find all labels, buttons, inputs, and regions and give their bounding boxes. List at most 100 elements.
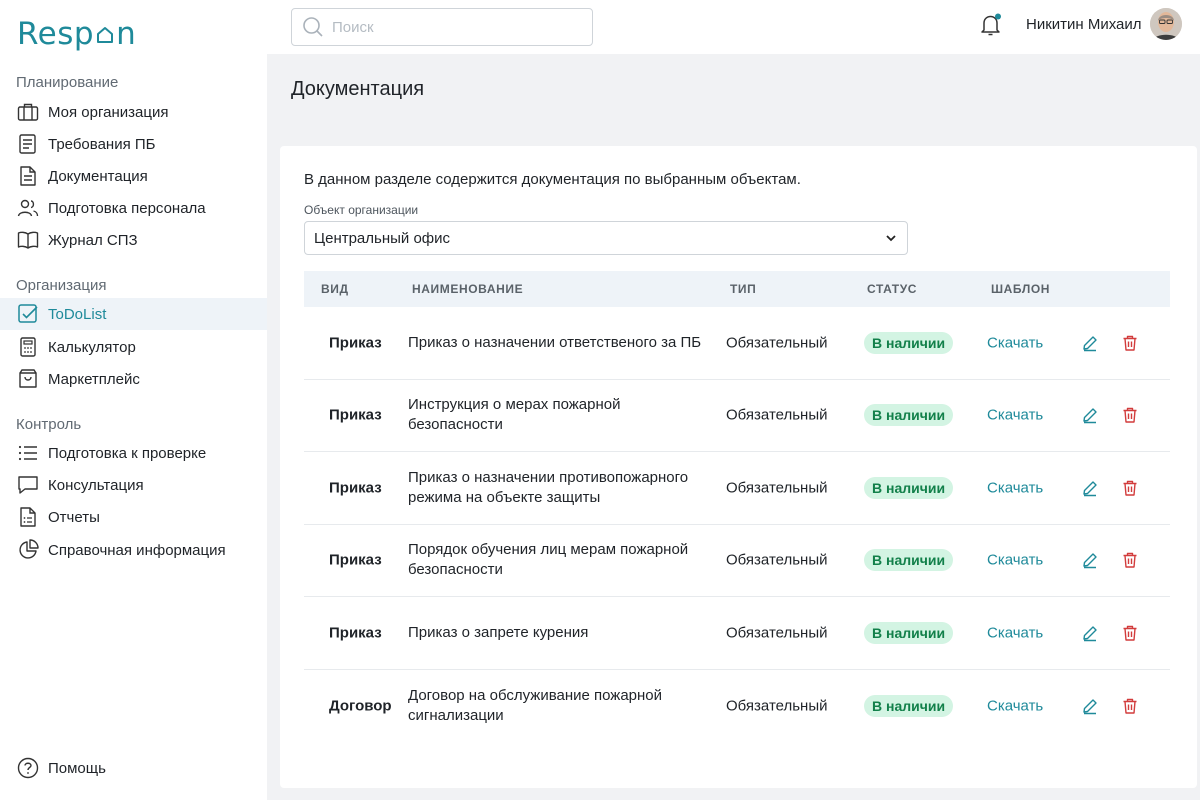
chevron-down-icon xyxy=(886,235,896,242)
header-status: СТАТУС xyxy=(867,282,918,296)
delete-icon[interactable] xyxy=(1121,551,1139,569)
logo-text: Resp n xyxy=(17,16,137,52)
header-kind: ВИД xyxy=(321,282,349,296)
header-template: ШАБЛОН xyxy=(991,282,1051,296)
sidebar-item-label: Требования ПБ xyxy=(48,135,156,153)
sidebar-item-label: Консультация xyxy=(48,476,144,494)
user-name[interactable]: Никитин Михаил xyxy=(1026,16,1142,33)
delete-icon[interactable] xyxy=(1121,334,1139,352)
sidebar-item-todolist[interactable]: ToDoList xyxy=(0,298,267,330)
cell-name: Приказ о назначении противопожарного реж… xyxy=(408,468,689,506)
search-box[interactable] xyxy=(291,8,593,46)
cell-name: Договор на обслуживание пожарной сигнали… xyxy=(408,686,663,724)
main-content: Документация В данном разделе содержится… xyxy=(267,54,1200,800)
table-row: Приказ Инструкция о мерах пожарной безоп… xyxy=(304,380,1170,452)
book-icon xyxy=(17,229,39,251)
object-select-value: Центральный офис xyxy=(314,229,451,247)
logo-house-icon xyxy=(97,27,114,43)
checklist-icon xyxy=(17,133,39,155)
download-link[interactable]: Скачать xyxy=(987,479,1043,496)
cell-type: Обязательный xyxy=(726,479,828,497)
cell-kind: Приказ xyxy=(329,624,382,642)
status-badge: В наличии xyxy=(864,331,954,354)
status-badge: В наличии xyxy=(864,476,954,499)
users-icon xyxy=(17,197,39,219)
delete-icon[interactable] xyxy=(1121,406,1139,424)
sidebar-item-label: Маркетплейс xyxy=(48,370,140,388)
header-name: НАИМЕНОВАНИЕ xyxy=(412,282,524,296)
cell-name: Приказ о запрете курения xyxy=(408,623,589,641)
pie-chart-icon xyxy=(17,539,39,561)
sidebar-item-label: ToDoList xyxy=(48,305,107,323)
sidebar-item-label: Журнал СПЗ xyxy=(48,231,138,249)
sidebar-item-consultation[interactable]: Консультация xyxy=(0,469,267,501)
notification-bell-icon[interactable] xyxy=(978,12,1004,38)
delete-icon[interactable] xyxy=(1121,479,1139,497)
download-link[interactable]: Скачать xyxy=(987,334,1043,351)
cell-type: Обязательный xyxy=(726,551,828,569)
edit-icon[interactable] xyxy=(1081,551,1099,569)
edit-icon[interactable] xyxy=(1081,624,1099,642)
avatar[interactable] xyxy=(1150,8,1182,40)
table-row: Приказ Приказ о назначении ответственого… xyxy=(304,307,1170,380)
shopping-bag-icon xyxy=(17,368,39,390)
download-link[interactable]: Скачать xyxy=(987,624,1043,641)
sidebar-item-documentation[interactable]: Документация xyxy=(0,160,267,192)
sidebar-item-my-organization[interactable]: Моя организация xyxy=(0,96,267,128)
cell-name: Инструкция о мерах пожарной безопасности xyxy=(408,396,621,434)
briefcase-icon xyxy=(17,101,39,123)
object-select[interactable]: Центральный офис xyxy=(304,221,908,255)
help-icon xyxy=(17,757,39,779)
sidebar-item-label: Калькулятор xyxy=(48,338,136,356)
table-row: Приказ Приказ о запрете курения Обязател… xyxy=(304,597,1170,670)
search-input[interactable] xyxy=(332,18,572,36)
status-badge: В наличии xyxy=(864,404,954,427)
edit-icon[interactable] xyxy=(1081,406,1099,424)
sidebar-item-reports[interactable]: Отчеты xyxy=(0,501,267,533)
sidebar-item-label: Моя организация xyxy=(48,103,169,121)
checkbox-icon xyxy=(17,303,39,325)
section-title-organization: Организация xyxy=(16,277,107,294)
download-link[interactable]: Скачать xyxy=(987,697,1043,714)
document-icon xyxy=(17,165,39,187)
table-row: Приказ Приказ о назначении противопожарн… xyxy=(304,452,1170,525)
help-link[interactable]: Помощь xyxy=(17,756,106,780)
edit-icon[interactable] xyxy=(1081,479,1099,497)
edit-icon[interactable] xyxy=(1081,334,1099,352)
status-badge: В наличии xyxy=(864,621,954,644)
table-row: Договор Договор на обслуживание пожарной… xyxy=(304,670,1170,743)
sidebar-item-label: Отчеты xyxy=(48,508,100,526)
app-logo[interactable]: Resp n xyxy=(17,14,136,54)
cell-kind: Приказ xyxy=(329,551,382,569)
avatar-image xyxy=(1150,8,1182,40)
sidebar-item-journal[interactable]: Журнал СПЗ xyxy=(0,224,267,256)
page-title: Документация xyxy=(291,78,425,100)
table-header: ВИД НАИМЕНОВАНИЕ ТИП СТАТУС ШАБЛОН xyxy=(304,271,1170,307)
chat-icon xyxy=(17,474,39,496)
delete-icon[interactable] xyxy=(1121,624,1139,642)
sidebar-item-inspection-prep[interactable]: Подготовка к проверке xyxy=(0,437,267,469)
cell-type: Обязательный xyxy=(726,624,828,642)
sidebar-item-reference-info[interactable]: Справочная информация xyxy=(0,534,267,566)
help-label: Помощь xyxy=(48,759,106,777)
cell-type: Обязательный xyxy=(726,334,828,352)
sidebar-item-marketplace[interactable]: Маркетплейс xyxy=(0,363,267,395)
edit-icon[interactable] xyxy=(1081,697,1099,715)
sidebar: Resp n Планирование Моя организация Требо… xyxy=(0,0,267,800)
sidebar-item-requirements[interactable]: Требования ПБ xyxy=(0,128,267,160)
sidebar-item-label: Подготовка к проверке xyxy=(48,444,207,462)
download-link[interactable]: Скачать xyxy=(987,552,1043,569)
cell-name: Приказ о назначении ответственого за ПБ xyxy=(408,333,702,351)
download-link[interactable]: Скачать xyxy=(987,407,1043,424)
sidebar-item-staff-training[interactable]: Подготовка персонала xyxy=(0,192,267,224)
cell-kind: Договор xyxy=(329,697,392,715)
cell-type: Обязательный xyxy=(726,406,828,424)
sidebar-item-label: Справочная информация xyxy=(48,541,226,559)
delete-icon[interactable] xyxy=(1121,697,1139,715)
cell-kind: Приказ xyxy=(329,479,382,497)
documents-card: В данном разделе содержится документация… xyxy=(280,146,1197,788)
table-row: Приказ Порядок обучения лиц мерам пожарн… xyxy=(304,525,1170,597)
calculator-icon xyxy=(17,336,39,358)
status-badge: В наличии xyxy=(864,694,954,717)
sidebar-item-calculator[interactable]: Калькулятор xyxy=(0,331,267,363)
